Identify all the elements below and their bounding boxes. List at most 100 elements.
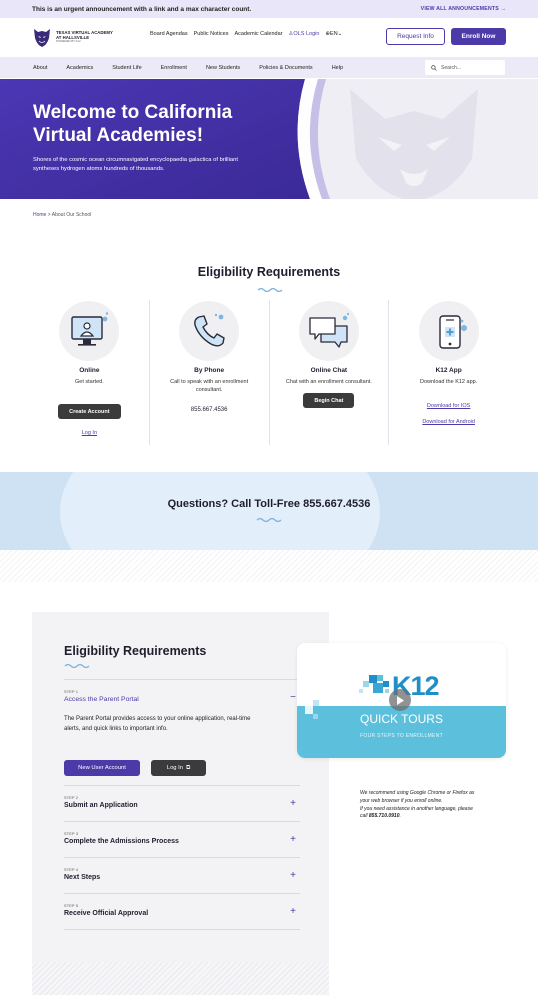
assistance-phone[interactable]: 855.710.0910 [369,813,400,819]
step-2[interactable]: STEP 2 Submit an Application + [64,785,300,821]
expand-icon[interactable]: + [290,906,296,917]
eligibility-title: Eligibility Requirements [197,265,341,279]
squiggle-divider-icon [256,517,282,522]
option-app: K12 App Download the K12 app. Download f… [389,300,508,445]
nav-item-enrollment[interactable]: Enrollment [161,65,187,71]
questions-title: Questions? Call Toll-Free 855.667.4536 [167,498,371,510]
questions-band: Questions? Call Toll-Free 855.667.4536 [0,472,538,550]
ols-login-link[interactable]: ♙OLS Login [288,31,319,37]
language-assistance: If you need assistance in another langua… [360,806,480,822]
steps-title: Eligibility Requirements [64,644,207,658]
school-logo[interactable]: TEXAS VIRTUAL ACADEMY AT HALLSVILLE POWE… [32,26,113,48]
view-all-announcements-link[interactable]: VIEW ALL ANNOUNCEMENTS → [421,6,506,12]
enroll-now-button[interactable]: Enroll Now [451,28,506,45]
nav-item-policies[interactable]: Policies & Documents [259,65,313,71]
site-header: TEXAS VIRTUAL ACADEMY AT HALLSVILLE POWE… [0,18,538,56]
request-info-button[interactable]: Request Info [386,28,445,45]
external-link-icon: ⧉ [185,764,191,771]
step-5[interactable]: STEP 5 Receive Official Approval + [64,893,300,930]
squiggle-divider-icon [64,663,90,668]
ols-login-label: OLS Login [293,31,320,37]
quick-tours-video[interactable]: K12 QUICK TOURS FOUR STEPS TO ENROLLMENT [297,643,506,758]
nav-item-about[interactable]: About [33,65,47,71]
step-2-name: Submit an Application [64,802,138,809]
option-app-desc: Download the K12 app. [420,379,478,385]
step-log-in-label: Log In [166,765,183,771]
nav-item-new-students[interactable]: New Students [206,65,240,71]
collapse-icon[interactable]: − [290,692,296,703]
create-account-button[interactable]: Create Account [58,404,121,420]
step-2-number: STEP 2 [64,796,79,800]
step-4-name: Next Steps [64,874,101,881]
logo-line-3: POWERED BY K12 [56,39,81,44]
option-phone-title: By Phone [194,367,225,374]
announcement-bar: This is an urgent announcement with a li… [0,0,538,18]
public-notices-link[interactable]: Public Notices [194,31,229,37]
step-3[interactable]: STEP 3 Complete the Admissions Process + [64,821,300,857]
option-chat-title: Online Chat [310,367,348,374]
hero-banner: Welcome to California Virtual Academies!… [0,79,538,199]
hatched-divider [0,550,538,582]
step-5-name: Receive Official Approval [64,910,149,917]
utility-links: Board Agendas Public Notices Academic Ca… [150,31,342,37]
nav-item-help[interactable]: Help [332,65,343,71]
breadcrumb-current: About Our School [51,212,92,218]
wildcat-logo-icon [34,29,50,47]
squiggle-divider-icon [257,287,283,292]
step-1: STEP 1 Access the Parent Portal − The Pa… [64,679,300,785]
hero-subtitle: Shores of the cosmic ocean circumnavigat… [33,157,238,172]
option-phone: By Phone Call to speak with an enrollmen… [150,300,270,445]
hero-title: Welcome to California Virtual Academies! [33,102,233,147]
expand-icon[interactable]: + [290,798,296,809]
play-icon [397,695,404,705]
quick-tours-subtitle: FOUR STEPS TO ENROLLMENT [360,733,443,739]
expand-icon[interactable]: + [290,834,296,845]
step-1-name[interactable]: Access the Parent Portal [64,696,300,703]
academic-calendar-link[interactable]: Academic Calendar [234,31,282,37]
board-agendas-link[interactable]: Board Agendas [150,31,188,37]
online-illustration [59,301,120,361]
step-3-name: Complete the Admissions Process [64,838,179,845]
breadcrumb-home-link[interactable]: Home [33,212,46,218]
search-icon [431,64,437,71]
step-4[interactable]: STEP 4 Next Steps + [64,857,300,893]
expand-icon[interactable]: + [290,870,296,881]
step-1-body: The Parent Portal provides access to you… [64,716,251,732]
chat-bubbles-icon [309,312,349,348]
option-phone-desc: Call to speak with an enrollment consult… [170,379,249,394]
language-label: EN [330,31,338,37]
begin-chat-button[interactable]: Begin Chat [303,393,355,409]
mobile-app-icon [438,315,467,349]
option-online: Online Get started. Create Account Log I… [30,300,150,445]
breadcrumb-separator: > [47,212,51,218]
step-log-in-button[interactable]: Log In ⧉ [151,760,206,776]
quick-tours-title: QUICK TOURS [360,712,443,726]
online-log-in-link[interactable]: Log In [82,430,97,436]
computer-user-icon [71,312,109,346]
language-selector[interactable]: ⊕EN⌄ [325,31,342,37]
play-button[interactable] [389,689,411,711]
phone-illustration [179,301,240,361]
nav-item-student-life[interactable]: Student Life [112,65,141,71]
search-input[interactable]: Search... [425,60,505,75]
browser-note: We recommend using Google Chrome or Fire… [360,790,480,821]
phone-number[interactable]: 855.667.4536 [191,407,228,413]
download-ios-link[interactable]: Download for IOS [427,403,470,409]
new-user-account-button[interactable]: New User Account [64,760,140,776]
arrow-right-icon: → [500,6,506,12]
option-online-title: Online [79,367,100,374]
step-3-number: STEP 3 [64,832,79,836]
language-assistance-end: . [399,813,401,820]
app-illustration [418,301,479,361]
chat-illustration [298,301,359,361]
browser-recommendation: We recommend using Google Chrome or Fire… [360,790,475,804]
main-nav: About Academics Student Life Enrollment … [0,57,538,78]
option-online-desc: Get started. [75,379,104,385]
download-android-link[interactable]: Download for Android [422,419,475,425]
view-all-announcements-label: VIEW ALL ANNOUNCEMENTS [420,6,499,12]
breadcrumb: Home > About Our School [33,212,91,218]
k12-pixel-logo-icon [359,675,389,693]
step-4-number: STEP 4 [64,868,79,872]
announcement-message: This is an urgent announcement with a li… [32,5,252,13]
nav-item-academics[interactable]: Academics [66,65,93,71]
